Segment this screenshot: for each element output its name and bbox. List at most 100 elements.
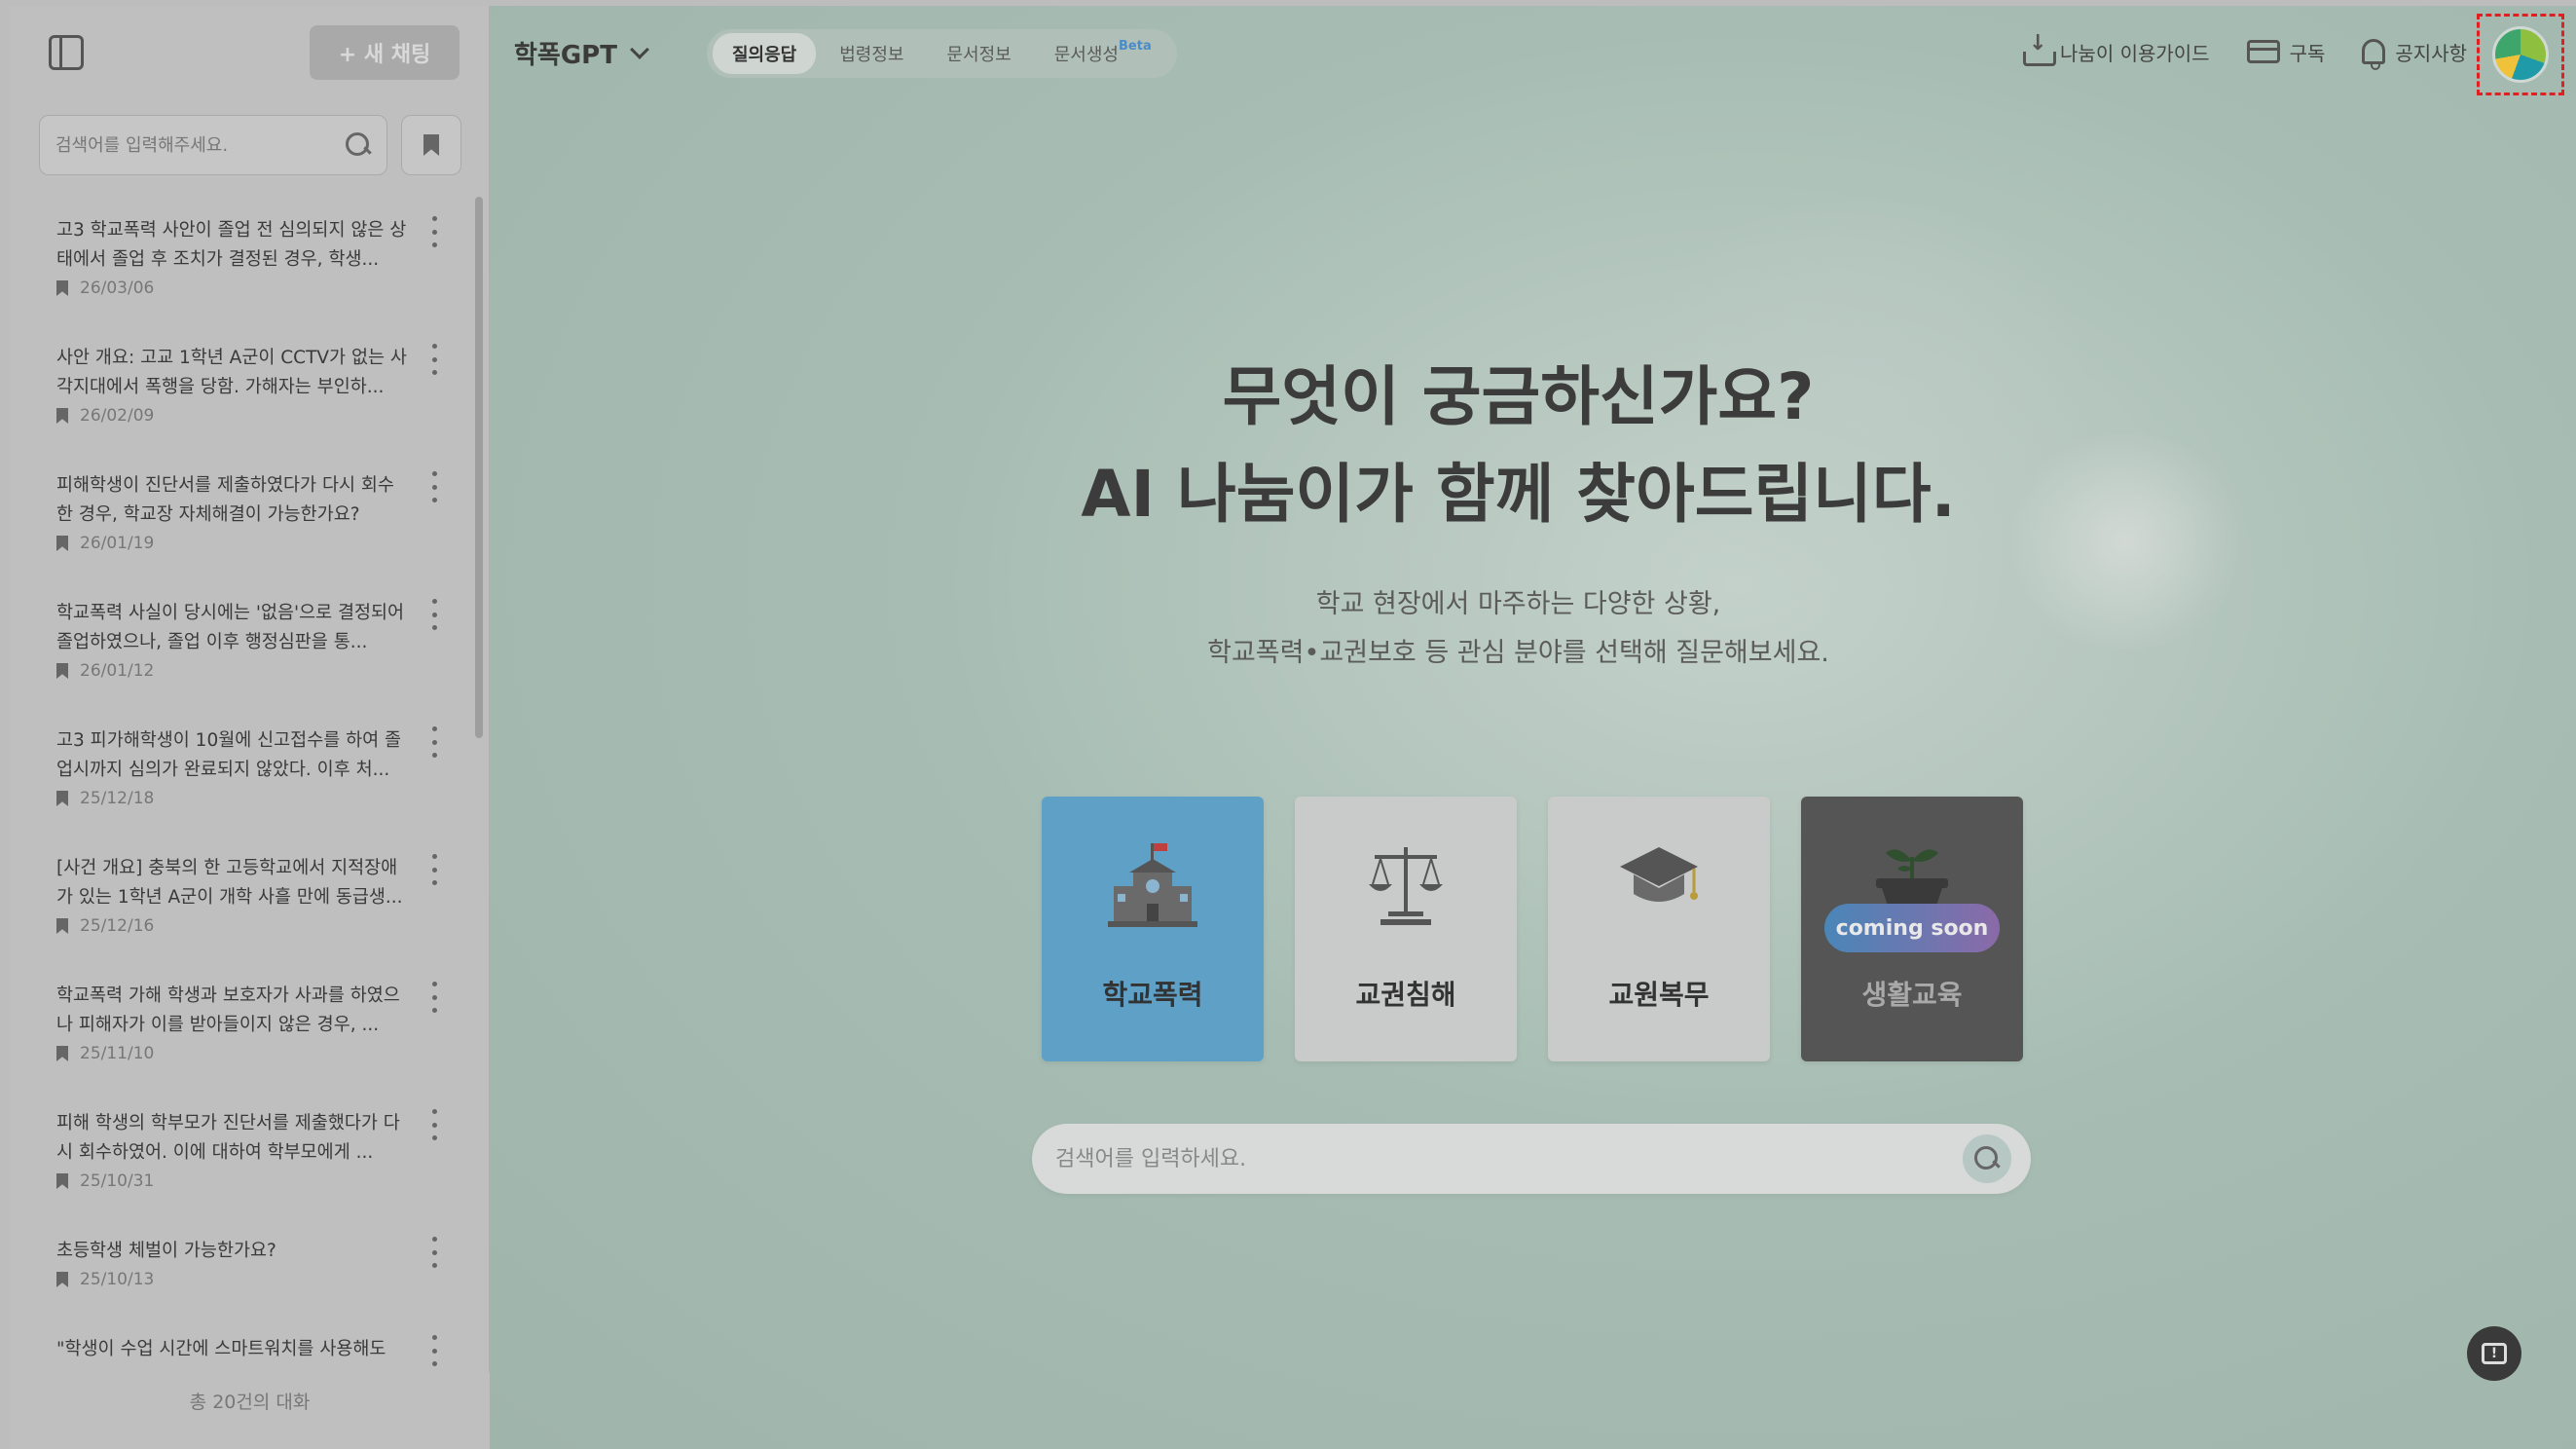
feedback-button[interactable]: ! <box>2467 1326 2521 1381</box>
bookmark-icon <box>56 408 68 424</box>
tab-law-info[interactable]: 법령정보 <box>820 33 923 74</box>
more-options-icon[interactable] <box>430 1237 438 1268</box>
chat-item-date: 25/10/13 <box>56 1270 409 1289</box>
tab-doc-info[interactable]: 문서정보 <box>928 33 1031 74</box>
sidebar-search <box>39 115 387 175</box>
subtitle-line-1: 학교 현장에서 마주하는 다양한 상황, <box>1315 589 1721 619</box>
more-options-icon[interactable] <box>430 726 438 758</box>
chat-item-date: 26/01/12 <box>56 661 409 681</box>
list-item[interactable]: 고3 학교폭력 사안이 졸업 전 심의되지 않은 상태에서 졸업 후 조치가 결… <box>10 197 477 324</box>
list-item[interactable]: 피해 학생의 학부모가 진단서를 제출했다가 다시 회수하였어. 이에 대하여 … <box>10 1090 477 1217</box>
card-label: 생활교육 <box>1861 979 1963 1011</box>
subscribe-button[interactable]: 구독 <box>2246 38 2326 66</box>
card-label: 교원복무 <box>1608 979 1710 1011</box>
header-actions: 나눔이 이용가이드 구독 공지사항 <box>2023 31 2467 70</box>
chat-history-list: 고3 학교폭력 사안이 졸업 전 심의되지 않은 상태에서 졸업 후 조치가 결… <box>10 197 477 1375</box>
bookmark-icon <box>423 134 439 156</box>
search-submit-button[interactable] <box>1963 1134 2011 1183</box>
chat-item-title: 고3 피가해학생이 10월에 신고접수를 하여 졸업시까지 심의가 완료되지 않… <box>56 730 402 780</box>
more-options-icon[interactable] <box>430 599 438 630</box>
guide-label: 나눔이 이용가이드 <box>2060 41 2210 65</box>
subtitle-line-2: 학교폭력•교권보호 등 관심 분야를 선택해 질문해보세요. <box>1207 638 1829 668</box>
bookmark-icon <box>56 280 68 296</box>
chat-item-title: [사건 개요] 충북의 한 고등학교에서 지적장애가 있는 1학년 A군이 개학… <box>56 858 403 908</box>
bell-icon <box>2362 39 2386 70</box>
list-item[interactable]: 사안 개요: 고교 1학년 A군이 CCTV가 없는 사각지대에서 폭행을 당함… <box>10 324 477 452</box>
date-text: 26/01/12 <box>80 661 155 681</box>
conversation-count: 총 20건의 대화 <box>10 1373 490 1449</box>
chat-item-date: 25/10/31 <box>56 1171 409 1191</box>
chat-item-date: 25/12/16 <box>56 916 409 936</box>
download-icon <box>2023 31 2057 66</box>
date-text: 26/02/09 <box>80 406 155 426</box>
category-card-school-violence[interactable]: 학교폭력 <box>1042 797 1264 1061</box>
tab-qa[interactable]: 질의응답 <box>713 33 817 74</box>
main-search-input[interactable] <box>1055 1146 1963 1171</box>
mode-tabs: 질의응답 법령정보 문서정보 문서생성Beta <box>707 29 1177 78</box>
chat-item-title: 사안 개요: 고교 1학년 A군이 CCTV가 없는 사각지대에서 폭행을 당함… <box>56 348 407 397</box>
chat-item-date: 26/03/06 <box>56 279 409 298</box>
more-options-icon[interactable] <box>430 982 438 1013</box>
date-text: 26/03/06 <box>80 279 155 298</box>
chat-item-title: "학생이 수업 시간에 스마트워치를 사용해도 <box>56 1339 386 1359</box>
avatar-highlight <box>2477 14 2564 95</box>
category-cards: 학교폭력 교권침해 교원복무 coming soon 생활교육 <box>1042 797 2023 1061</box>
avatar[interactable] <box>2492 26 2549 83</box>
bookmark-icon <box>56 536 68 551</box>
title-line-1: 무엇이 궁금하신가요? <box>1222 359 1815 434</box>
more-options-icon[interactable] <box>430 471 438 502</box>
chat-item-date: 25/11/10 <box>56 1044 409 1063</box>
chat-item-title: 초등학생 체벌이 가능한가요? <box>56 1241 276 1261</box>
new-chat-button[interactable]: + 새 채팅 <box>310 25 460 80</box>
list-item[interactable]: 학교폭력 사실이 당시에는 '없음'으로 결정되어 졸업하였으나, 졸업 이후 … <box>10 579 477 707</box>
search-icon <box>1974 1146 2000 1171</box>
sidebar-search-input[interactable] <box>55 134 346 156</box>
feedback-icon: ! <box>2482 1343 2507 1364</box>
category-card-teacher-service[interactable]: 교원복무 <box>1548 797 1770 1061</box>
plant-icon <box>1876 849 1948 906</box>
main-search-bar <box>1032 1124 2031 1194</box>
card-label: 학교폭력 <box>1102 979 1203 1011</box>
more-options-icon[interactable] <box>430 854 438 885</box>
model-selector[interactable]: 학폭GPT <box>514 35 649 71</box>
main-content: 학폭GPT 질의응답 법령정보 문서정보 문서생성Beta 나눔이 이용가이드 … <box>490 6 2576 1449</box>
bookmark-filter-button[interactable] <box>401 115 461 175</box>
sidebar-toggle-icon[interactable] <box>49 35 84 70</box>
coming-soon-badge: coming soon <box>1824 904 2000 952</box>
graduation-cap-icon <box>1620 847 1698 902</box>
list-item[interactable]: 초등학생 체벌이 가능한가요? 25/10/13 <box>10 1217 477 1316</box>
more-options-icon[interactable] <box>430 216 438 247</box>
tab-doc-gen-label: 문서생성 <box>1053 45 1119 65</box>
list-item[interactable]: 고3 피가해학생이 10월에 신고접수를 하여 졸업시까지 심의가 완료되지 않… <box>10 707 477 835</box>
bookmark-icon <box>56 918 68 934</box>
card-label: 교권침해 <box>1355 979 1456 1011</box>
list-item[interactable]: 학교폭력 가해 학생과 보호자가 사과를 하였으나 피해자가 이를 받아들이지 … <box>10 962 477 1090</box>
more-options-icon[interactable] <box>430 344 438 375</box>
chat-item-date: 25/12/18 <box>56 789 409 808</box>
credit-card-icon <box>2246 40 2280 63</box>
tab-doc-gen[interactable]: 문서생성Beta <box>1035 33 1171 74</box>
chat-item-title: 학교폭력 가해 학생과 보호자가 사과를 하였으나 피해자가 이를 받아들이지 … <box>56 985 400 1035</box>
date-text: 25/12/18 <box>80 789 155 808</box>
page-title: 무엇이 궁금하신가요? AI 나눔이가 함께 찾아드립니다. <box>490 349 2576 543</box>
notice-button[interactable]: 공지사항 <box>2362 38 2467 70</box>
bookmark-icon <box>56 791 68 806</box>
more-options-icon[interactable] <box>430 1335 438 1366</box>
chat-item-date: 26/01/19 <box>56 534 409 553</box>
sidebar-scrollbar[interactable] <box>475 197 483 738</box>
more-options-icon[interactable] <box>430 1109 438 1140</box>
list-item[interactable]: "학생이 수업 시간에 스마트워치를 사용해도 <box>10 1316 477 1375</box>
title-line-2: AI 나눔이가 함께 찾아드립니다. <box>1081 457 1956 532</box>
guide-button[interactable]: 나눔이 이용가이드 <box>2023 31 2210 66</box>
date-text: 25/11/10 <box>80 1044 155 1063</box>
school-icon <box>1108 843 1197 927</box>
list-item[interactable]: [사건 개요] 충북의 한 고등학교에서 지적장애가 있는 1학년 A군이 개학… <box>10 835 477 962</box>
subscribe-label: 구독 <box>2289 41 2326 65</box>
category-card-teacher-rights[interactable]: 교권침해 <box>1295 797 1517 1061</box>
date-text: 25/12/16 <box>80 916 155 936</box>
date-text: 26/01/19 <box>80 534 155 553</box>
bookmark-icon <box>56 1046 68 1061</box>
search-icon[interactable] <box>346 132 371 158</box>
list-item[interactable]: 피해학생이 진단서를 제출하였다가 다시 회수한 경우, 학교장 자체해결이 가… <box>10 452 477 579</box>
sidebar: + 새 채팅 고3 학교폭력 사안이 졸업 전 심의되지 않은 상태에서 졸업 … <box>10 6 490 1449</box>
